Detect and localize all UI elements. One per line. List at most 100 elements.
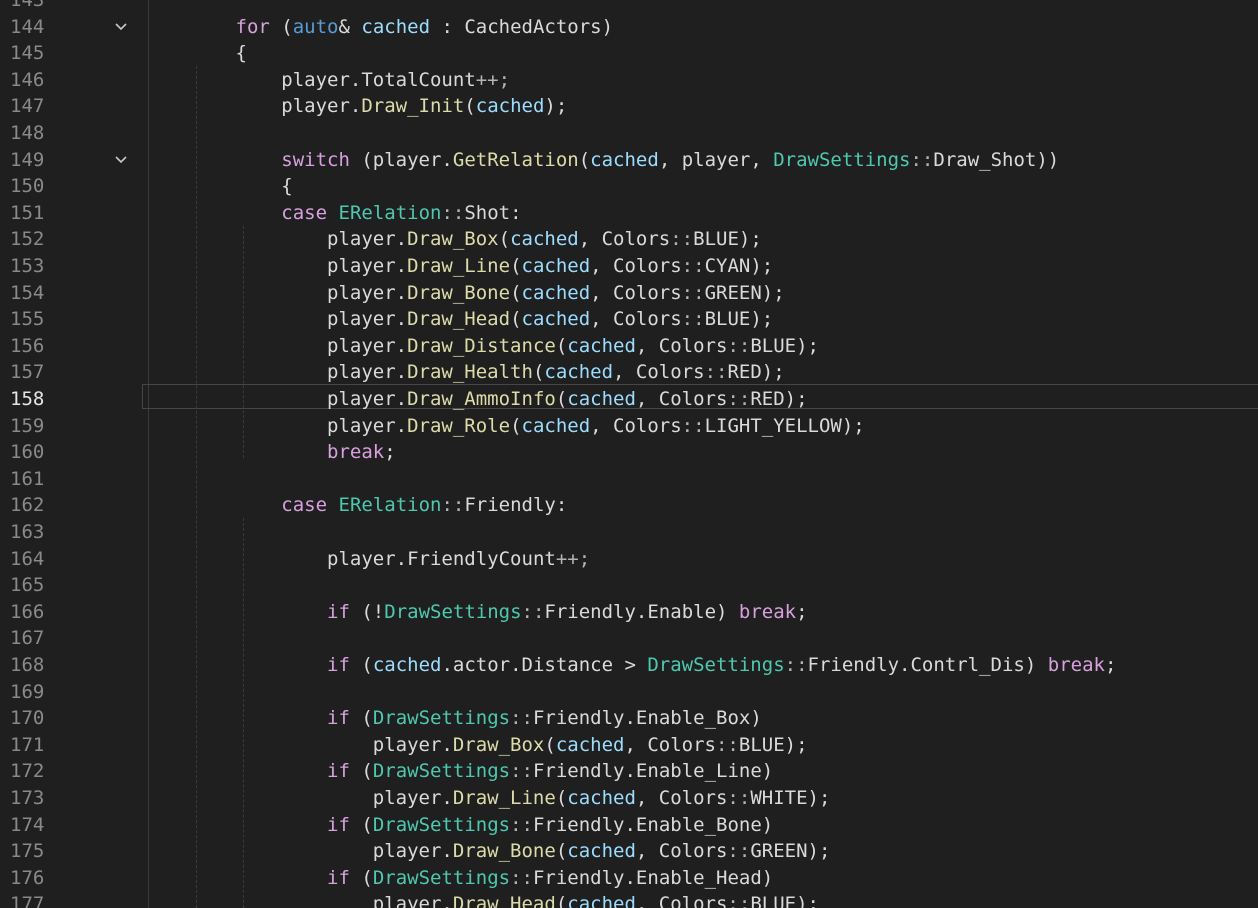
code-text[interactable]: switch (player.GetRelation(cached, playe…: [144, 147, 1059, 174]
code-line[interactable]: 175 player.Draw_Bone(cached, Colors::GRE…: [0, 838, 1258, 865]
chevron-down-icon[interactable]: [112, 147, 130, 173]
code-text[interactable]: player.Draw_Line(cached, Colors::WHITE);: [144, 785, 831, 812]
code-line[interactable]: 150 {: [0, 173, 1258, 200]
code-line[interactable]: 170 if (DrawSettings::Friendly.Enable_Bo…: [0, 705, 1258, 732]
code-text[interactable]: player.Draw_Head(cached, Colors::BLUE);: [144, 891, 819, 908]
code-token: (: [349, 866, 373, 889]
code-line[interactable]: 146 player.TotalCount++;: [0, 67, 1258, 94]
code-line[interactable]: 147 player.Draw_Init(cached);: [0, 93, 1258, 120]
code-line[interactable]: 177 player.Draw_Head(cached, Colors::BLU…: [0, 891, 1258, 908]
code-token: player.: [144, 255, 408, 277]
code-line[interactable]: 158 player.Draw_AmmoInfo(cached, Colors:…: [0, 386, 1258, 413]
code-line[interactable]: 152 player.Draw_Box(cached, Colors::BLUE…: [0, 226, 1258, 253]
code-token: CYAN);: [704, 255, 774, 277]
code-line[interactable]: 174 if (DrawSettings::Friendly.Enable_Bo…: [0, 812, 1258, 839]
code-text[interactable]: player.Draw_Box(cached, Colors::BLUE);: [144, 226, 762, 253]
code-token: player.: [144, 733, 453, 756]
line-number: 171: [10, 733, 45, 756]
code-text[interactable]: player.Draw_Head(cached, Colors::BLUE);: [144, 306, 773, 333]
code-token: cached: [521, 255, 591, 277]
code-text[interactable]: player.Draw_Distance(cached, Colors::BLU…: [144, 333, 819, 360]
code-line[interactable]: 162 case ERelation::Friendly:: [0, 492, 1258, 519]
code-editor[interactable]: 143 144 for (auto& cached : CachedActors)…: [0, 0, 1258, 908]
code-token: case: [281, 494, 328, 517]
code-token: GetRelation: [452, 148, 579, 171]
code-text[interactable]: player.FriendlyCount++;: [144, 546, 590, 573]
line-number: 167: [10, 627, 45, 650]
code-line[interactable]: 173 player.Draw_Line(cached, Colors::WHI…: [0, 785, 1258, 812]
code-token: , Colors: [624, 733, 716, 756]
code-token: (: [269, 15, 293, 38]
code-line[interactable]: 143: [0, 0, 1258, 14]
code-line[interactable]: 167: [0, 625, 1258, 652]
code-token: for: [235, 15, 270, 38]
code-token: ::: [681, 281, 705, 304]
code-text[interactable]: {: [144, 40, 247, 67]
code-line[interactable]: 164 player.FriendlyCount++;: [0, 546, 1258, 573]
code-token: player.: [144, 68, 362, 91]
code-text[interactable]: player.Draw_Bone(cached, Colors::GREEN);: [144, 838, 831, 865]
code-line[interactable]: 163: [0, 519, 1258, 546]
code-text[interactable]: if (DrawSettings::Friendly.Enable_Head): [144, 865, 773, 892]
code-text[interactable]: player.Draw_Box(cached, Colors::BLUE);: [144, 732, 808, 759]
code-line[interactable]: 169: [0, 679, 1258, 706]
code-text[interactable]: player.TotalCount++;: [144, 67, 510, 94]
code-line[interactable]: 148: [0, 120, 1258, 147]
line-number: 146: [10, 68, 45, 91]
code-token: cached: [544, 361, 614, 384]
code-text[interactable]: if (cached.actor.Distance > DrawSettings…: [144, 652, 1116, 679]
code-line[interactable]: 168 if (cached.actor.Distance > DrawSett…: [0, 652, 1258, 679]
code-line[interactable]: 154 player.Draw_Bone(cached, Colors::GRE…: [0, 280, 1258, 307]
code-token: cached: [567, 787, 636, 809]
code-text[interactable]: if (!DrawSettings::Friendly.Enable) brea…: [144, 599, 808, 626]
code-text[interactable]: player.Draw_AmmoInfo(cached, Colors::RED…: [144, 386, 808, 413]
code-line[interactable]: 144 for (auto& cached : CachedActors): [0, 14, 1258, 41]
code-text[interactable]: player.Draw_Health(cached, Colors::RED);: [144, 359, 785, 386]
code-text[interactable]: case ERelation::Friendly:: [144, 492, 567, 519]
code-line[interactable]: 161: [0, 466, 1258, 493]
code-text[interactable]: if (DrawSettings::Friendly.Enable_Bone): [144, 812, 773, 839]
code-line[interactable]: 155 player.Draw_Head(cached, Colors::BLU…: [0, 306, 1258, 333]
code-line[interactable]: 171 player.Draw_Box(cached, Colors::BLUE…: [0, 732, 1258, 759]
code-token: Draw_Health: [407, 361, 533, 384]
code-token: BLUE);: [750, 893, 819, 908]
code-token: : CachedActors): [430, 15, 614, 38]
code-text[interactable]: if (DrawSettings::Friendly.Enable_Box): [144, 705, 762, 732]
code-line[interactable]: 145 {: [0, 40, 1258, 67]
code-token: DrawSettings: [372, 866, 511, 889]
chevron-down-icon[interactable]: [112, 14, 130, 40]
code-token: cached: [567, 388, 636, 410]
code-token: , Colors: [590, 414, 682, 437]
code-token: WHITE);: [750, 787, 831, 809]
code-line[interactable]: 156 player.Draw_Distance(cached, Colors:…: [0, 333, 1258, 360]
code-line[interactable]: 157 player.Draw_Health(cached, Colors::R…: [0, 359, 1258, 386]
code-token: Shot:: [464, 201, 522, 224]
code-text[interactable]: player.Draw_Role(cached, Colors::LIGHT_Y…: [144, 413, 865, 440]
code-text[interactable]: if (DrawSettings::Friendly.Enable_Line): [144, 758, 773, 785]
code-line[interactable]: 172 if (DrawSettings::Friendly.Enable_Li…: [0, 758, 1258, 785]
code-text[interactable]: player.Draw_Bone(cached, Colors::GREEN);: [144, 280, 785, 307]
code-token: ERelation: [338, 494, 442, 517]
code-line[interactable]: 160 break;: [0, 439, 1258, 466]
code-line[interactable]: 166 if (!DrawSettings::Friendly.Enable) …: [0, 599, 1258, 626]
code-text[interactable]: break;: [144, 439, 396, 466]
code-text[interactable]: player.Draw_Init(cached);: [144, 93, 567, 120]
code-line[interactable]: 149 switch (player.GetRelation(cached, p…: [0, 147, 1258, 174]
code-text[interactable]: player.Draw_Line(cached, Colors::CYAN);: [144, 253, 773, 280]
code-token: Friendly.Enable_Box): [532, 707, 762, 730]
code-line[interactable]: 176 if (DrawSettings::Friendly.Enable_He…: [0, 865, 1258, 892]
code-line[interactable]: 153 player.Draw_Line(cached, Colors::CYA…: [0, 253, 1258, 280]
code-token: (: [349, 707, 373, 730]
code-text[interactable]: for (auto& cached : CachedActors): [144, 14, 614, 41]
code-token: .actor.Distance >: [441, 654, 648, 676]
code-text[interactable]: {: [144, 173, 292, 200]
code-line[interactable]: 151 case ERelation::Shot:: [0, 200, 1258, 227]
code-token: DrawSettings: [773, 148, 911, 171]
code-text[interactable]: case ERelation::Shot:: [144, 200, 522, 227]
code-token: case: [281, 201, 328, 224]
code-line[interactable]: 159 player.Draw_Role(cached, Colors::LIG…: [0, 413, 1258, 440]
code-line[interactable]: 165: [0, 572, 1258, 599]
